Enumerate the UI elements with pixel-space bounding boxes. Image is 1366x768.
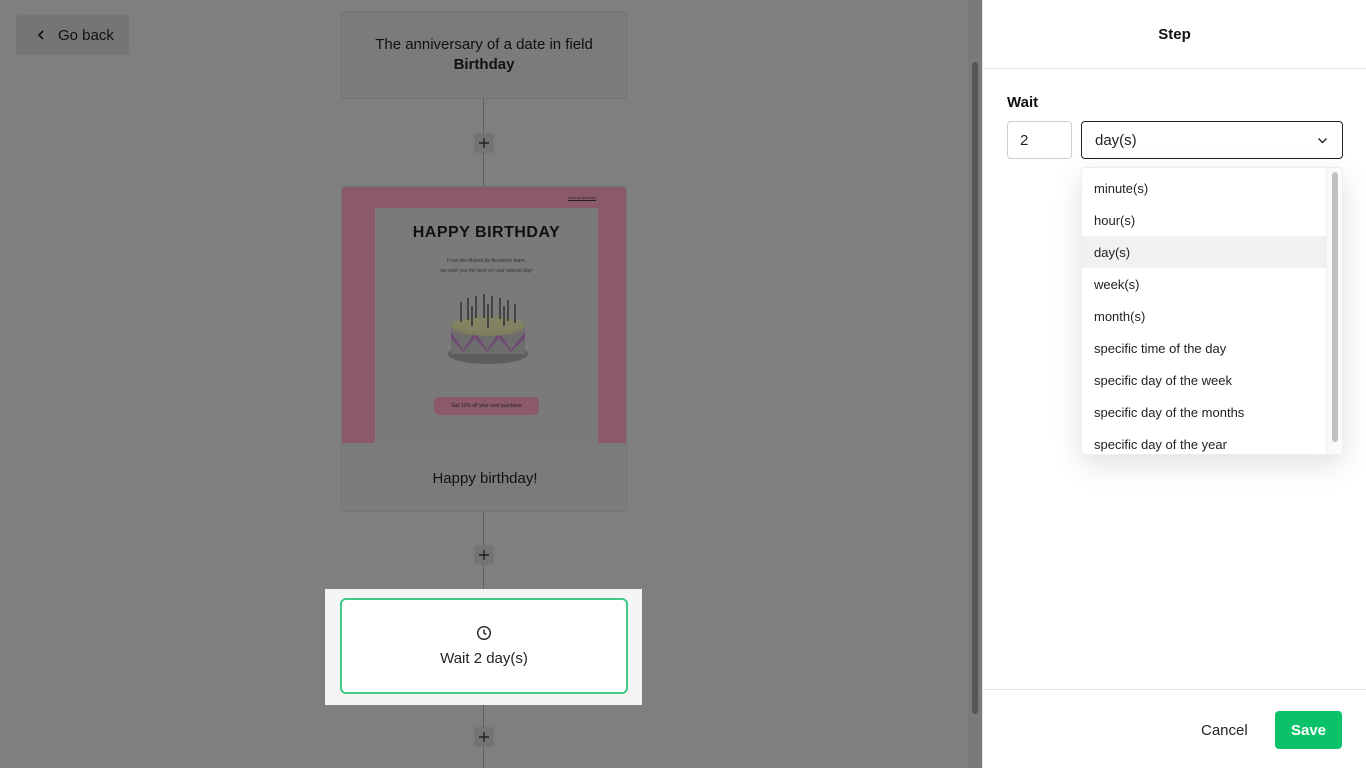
dropdown-scrollbar[interactable] [1326, 168, 1342, 454]
trigger-field-name: Birthday [453, 56, 515, 73]
add-step-button[interactable] [474, 133, 494, 153]
birthday-cake-image [448, 294, 528, 364]
clock-icon [476, 625, 492, 641]
wait-unit-options: minute(s) hour(s) day(s) week(s) month(s… [1082, 172, 1328, 454]
option-weeks[interactable]: week(s) [1082, 268, 1328, 300]
email-preview: View in browser HAPPY BIRTHDAY From the … [342, 187, 626, 443]
add-step-button[interactable] [474, 727, 494, 747]
email-preview-cta: Get 10% off your next purchase [434, 397, 539, 415]
add-step-button[interactable] [474, 545, 494, 565]
wait-unit-select[interactable]: day(s) [1081, 121, 1343, 159]
email-preview-title: HAPPY BIRTHDAY [412, 224, 561, 241]
go-back-button[interactable]: Go back [16, 15, 129, 55]
email-browser-link: View in browser [568, 195, 597, 200]
option-months[interactable]: month(s) [1082, 300, 1328, 332]
email-preview-subtitle: From the MailerLite Academy team, we wis… [440, 258, 533, 274]
option-days[interactable]: day(s) [1082, 236, 1328, 268]
trigger-text: The anniversary of a date in field Birthd… [375, 36, 593, 73]
option-specific-day-of-week[interactable]: specific day of the week [1082, 364, 1328, 396]
wait-step-card[interactable]: Wait 2 day(s) [340, 598, 628, 694]
panel-footer: Cancel Save [983, 689, 1366, 768]
wait-amount-input[interactable] [1007, 121, 1072, 159]
option-minutes[interactable]: minute(s) [1082, 172, 1328, 204]
wait-label: Wait [1007, 94, 1039, 111]
option-specific-day-of-months[interactable]: specific day of the months [1082, 396, 1328, 428]
option-specific-time-of-day[interactable]: specific time of the day [1082, 332, 1328, 364]
workflow-canvas: Go back The anniversary of a date in fie… [0, 0, 968, 768]
wait-unit-selected: day(s) [1095, 131, 1137, 149]
cancel-button[interactable]: Cancel [1191, 711, 1258, 749]
trigger-card[interactable]: The anniversary of a date in field Birthd… [341, 11, 627, 99]
plus-icon [479, 732, 489, 742]
canvas-scrollbar[interactable] [968, 0, 982, 768]
dropdown-scrollbar-thumb[interactable] [1332, 172, 1338, 442]
canvas-scrollbar-thumb[interactable] [972, 62, 978, 714]
plus-icon [479, 550, 489, 560]
step-settings-panel: Step Wait day(s) minute(s) hour(s) day(s… [982, 0, 1366, 768]
plus-icon [479, 138, 489, 148]
option-specific-day-of-year[interactable]: specific day of the year [1082, 428, 1328, 454]
email-step-name: Happy birthday! [432, 469, 538, 487]
email-preview-body: HAPPY BIRTHDAY From the MailerLite Acade… [375, 208, 598, 443]
panel-title: Step [983, 0, 1366, 69]
chevron-down-icon [1318, 137, 1327, 143]
go-back-label: Go back [58, 26, 114, 44]
chevron-left-icon [37, 30, 44, 40]
wait-step-label: Wait 2 day(s) [440, 650, 528, 667]
save-button[interactable]: Save [1275, 711, 1342, 749]
wait-unit-dropdown: minute(s) hour(s) day(s) week(s) month(s… [1081, 167, 1343, 455]
email-step-card[interactable]: View in browser HAPPY BIRTHDAY From the … [341, 186, 627, 512]
option-hours[interactable]: hour(s) [1082, 204, 1328, 236]
